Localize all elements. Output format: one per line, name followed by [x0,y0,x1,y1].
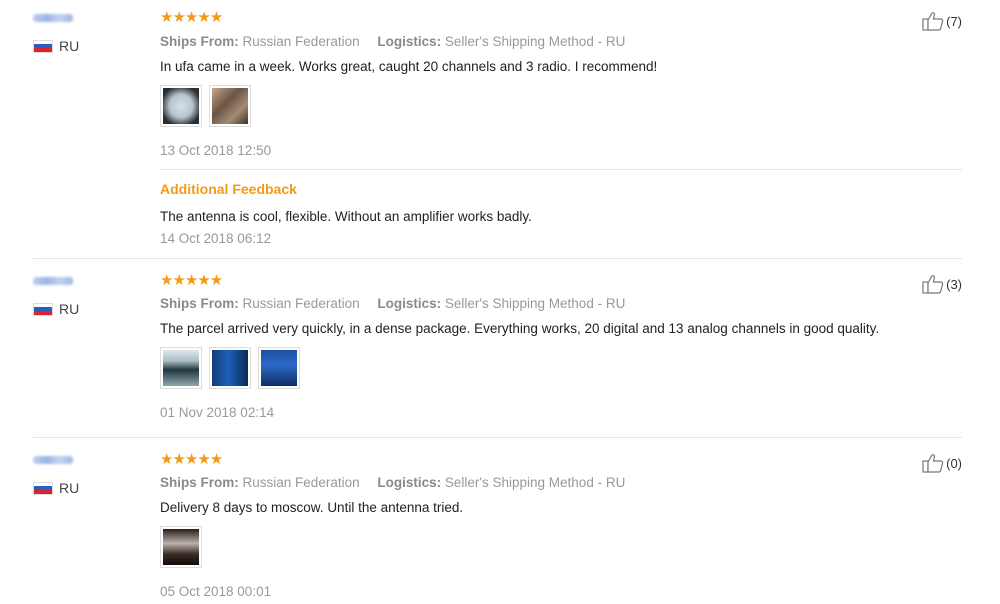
country-code: RU [59,480,80,496]
thumbs-up-icon [922,454,944,473]
divider [160,169,962,170]
review-photos [160,85,251,127]
review-photo-thumbnail[interactable] [160,347,202,389]
ships-from-value: Russian Federation [242,34,360,49]
review-photo-thumbnail[interactable] [209,85,251,127]
logistics-value: Seller's Shipping Method - RU [444,34,626,49]
review-item: RU ★★★★★ Ships From: Russian Federation … [0,0,1000,258]
logistics-label: Logistics: [377,475,442,490]
thumbs-up-icon [922,275,944,294]
star-rating: ★★★★★ [160,272,223,289]
additional-feedback-label: Additional Feedback [160,181,297,197]
reviewer-country: RU [33,38,79,54]
additional-feedback-text: The antenna is cool, flexible. Without a… [160,209,532,224]
review-photos [160,347,300,389]
like-button[interactable]: (0) [922,453,962,473]
review-date: 01 Nov 2018 02:14 [160,405,275,420]
like-count: (3) [946,276,962,292]
star-rating: ★★★★★ [160,9,223,26]
star-rating: ★★★★★ [160,451,223,468]
review-divider [33,437,962,438]
review-item: RU ★★★★★ Ships From: Russian Federation … [0,439,1000,604]
review-photo-thumbnail[interactable] [258,347,300,389]
ships-from-value: Russian Federation [242,475,360,490]
ships-from-label: Ships From: [160,475,239,490]
logistics-label: Logistics: [377,34,442,49]
like-button[interactable]: (3) [922,274,962,294]
review-item: RU ★★★★★ Ships From: Russian Federation … [0,260,1000,436]
country-code: RU [59,38,80,54]
country-code: RU [59,301,80,317]
reviewer-name-blurred [33,14,73,22]
review-photos [160,526,202,568]
flag-ru-icon [33,481,53,495]
flag-ru-icon [33,302,53,316]
review-divider [33,258,962,259]
shipping-info: Ships From: Russian Federation Logistics… [160,296,625,311]
review-photo-thumbnail[interactable] [160,85,202,127]
reviewer-name-blurred [33,277,73,285]
ships-from-label: Ships From: [160,34,239,49]
review-date: 13 Oct 2018 12:50 [160,143,272,158]
ships-from-value: Russian Federation [242,296,360,311]
like-button[interactable]: (7) [922,11,962,31]
review-date: 05 Oct 2018 00:01 [160,584,272,599]
review-text: The parcel arrived very quickly, in a de… [160,321,880,336]
reviewer-country: RU [33,480,79,496]
reviewer-name-blurred [33,456,73,464]
review-text: In ufa came in a week. Works great, caug… [160,59,658,74]
thumbs-up-icon [922,12,944,31]
review-photo-thumbnail[interactable] [160,526,202,568]
logistics-value: Seller's Shipping Method - RU [444,296,626,311]
shipping-info: Ships From: Russian Federation Logistics… [160,34,625,49]
logistics-label: Logistics: [377,296,442,311]
like-count: (0) [946,455,962,471]
additional-feedback-date: 14 Oct 2018 06:12 [160,231,272,246]
review-photo-thumbnail[interactable] [209,347,251,389]
review-text: Delivery 8 days to moscow. Until the ant… [160,500,464,515]
flag-ru-icon [33,39,53,53]
ships-from-label: Ships From: [160,296,239,311]
logistics-value: Seller's Shipping Method - RU [444,475,626,490]
shipping-info: Ships From: Russian Federation Logistics… [160,475,625,490]
reviewer-country: RU [33,301,79,317]
like-count: (7) [946,13,962,29]
